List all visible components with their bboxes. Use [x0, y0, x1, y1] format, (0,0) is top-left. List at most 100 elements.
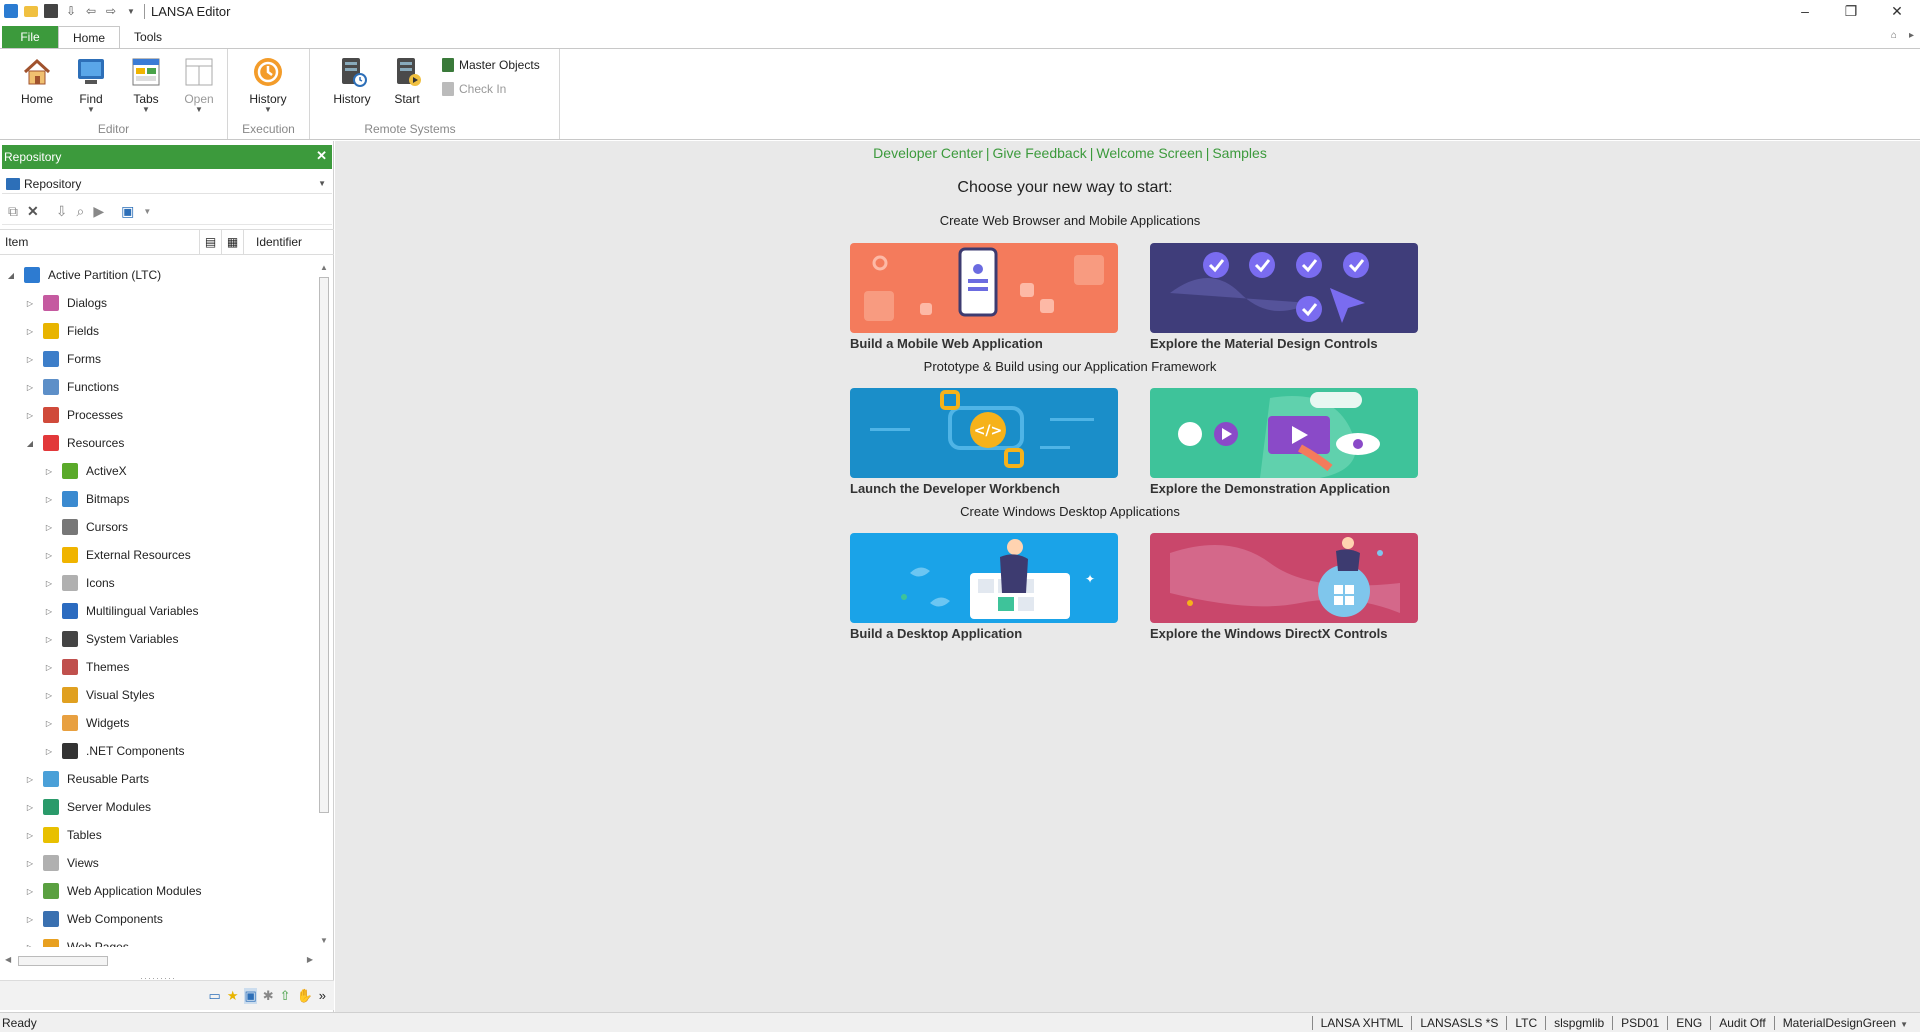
collapsed-arrow-icon[interactable]: ▷: [42, 551, 56, 560]
column-item[interactable]: Item: [0, 230, 200, 254]
save-icon[interactable]: [44, 4, 58, 18]
scroll-left-icon[interactable]: ◀: [5, 955, 11, 964]
collapsed-arrow-icon[interactable]: ▷: [23, 383, 37, 392]
collapsed-arrow-icon[interactable]: ▷: [23, 859, 37, 868]
check-out-icon[interactable]: ⇩: [56, 203, 68, 220]
expanded-arrow-icon[interactable]: ◢: [4, 271, 18, 280]
hscroll-thumb[interactable]: [18, 956, 108, 966]
collapsed-arrow-icon[interactable]: ▷: [23, 775, 37, 784]
tree-item[interactable]: ▷ Views: [0, 849, 318, 877]
collapsed-arrow-icon[interactable]: ▷: [42, 607, 56, 616]
minimize-button[interactable]: –: [1782, 0, 1828, 22]
tree-item[interactable]: ▷ Icons: [0, 569, 318, 597]
tree-item[interactable]: ▷ Reusable Parts: [0, 765, 318, 793]
tree-item[interactable]: ◢ Active Partition (LTC): [0, 261, 318, 289]
tools-icon[interactable]: ✱: [263, 988, 274, 1004]
more-icon[interactable]: »: [319, 988, 326, 1004]
collapsed-arrow-icon[interactable]: ▷: [23, 355, 37, 364]
collapsed-arrow-icon[interactable]: ▷: [23, 327, 37, 336]
collapsed-arrow-icon[interactable]: ▷: [42, 635, 56, 644]
hand-icon[interactable]: ✋: [297, 988, 313, 1004]
app-icon[interactable]: [4, 4, 18, 18]
tree-item[interactable]: ▷ Web Components: [0, 905, 318, 933]
view-options-dropdown-icon[interactable]: ▼: [143, 207, 151, 216]
theme-dropdown-icon[interactable]: ▼: [1900, 1020, 1908, 1029]
search-icon[interactable]: ⌕: [76, 203, 84, 220]
link-samples[interactable]: Samples: [1212, 145, 1266, 161]
save-all-icon[interactable]: ⇩: [64, 4, 78, 18]
collapsed-arrow-icon[interactable]: ▷: [23, 831, 37, 840]
tree-item[interactable]: ▷ Widgets: [0, 709, 318, 737]
tree-item[interactable]: ▷ External Resources: [0, 541, 318, 569]
tab-tools[interactable]: Tools: [120, 26, 176, 48]
card-directx-controls[interactable]: Explore the Windows DirectX Controls: [1150, 533, 1418, 641]
tree-item[interactable]: ▷ Functions: [0, 373, 318, 401]
tree-item[interactable]: ▷ ActiveX: [0, 457, 318, 485]
link-welcome-screen[interactable]: Welcome Screen: [1096, 145, 1202, 161]
collapsed-arrow-icon[interactable]: ▷: [42, 467, 56, 476]
start-button[interactable]: Start: [383, 55, 431, 106]
collapsed-arrow-icon[interactable]: ▷: [42, 495, 56, 504]
collapsed-arrow-icon[interactable]: ▷: [23, 943, 37, 948]
column-identifier[interactable]: Identifier: [244, 235, 302, 249]
open-dropdown-icon[interactable]: ▼: [175, 106, 223, 114]
tree-item[interactable]: ▷ System Variables: [0, 625, 318, 653]
tree-vertical-scrollbar[interactable]: ▲ ▼: [317, 261, 331, 947]
tabs-dropdown-icon[interactable]: ▼: [122, 106, 170, 114]
open-button[interactable]: Open ▼: [175, 55, 223, 114]
scroll-up-icon[interactable]: ▲: [320, 263, 328, 272]
close-button[interactable]: ✕: [1874, 0, 1920, 22]
tree-item[interactable]: ▷ Dialogs: [0, 289, 318, 317]
collapsed-arrow-icon[interactable]: ▷: [42, 663, 56, 672]
collapsed-arrow-icon[interactable]: ▷: [42, 747, 56, 756]
collapsed-arrow-icon[interactable]: ▷: [23, 915, 37, 924]
master-objects-button[interactable]: Master Objects: [442, 58, 540, 72]
redo-icon[interactable]: ⇨: [104, 4, 118, 18]
tree-item[interactable]: ▷ Themes: [0, 653, 318, 681]
scroll-right-icon[interactable]: ▶: [307, 955, 313, 964]
open-folder-icon[interactable]: [24, 5, 38, 17]
link-give-feedback[interactable]: Give Feedback: [993, 145, 1087, 161]
tree-item[interactable]: ▷ .NET Components: [0, 737, 318, 765]
delete-icon[interactable]: ✕: [27, 203, 39, 220]
home-button[interactable]: Home: [13, 55, 61, 106]
deploy-icon[interactable]: ⇧: [280, 988, 291, 1004]
tree-item[interactable]: ▷ Multilingual Variables: [0, 597, 318, 625]
column-status-icon[interactable]: ▦: [222, 230, 244, 254]
properties-icon[interactable]: ▭: [209, 988, 221, 1004]
new-item-icon[interactable]: ⧉: [8, 203, 18, 220]
repository-icon[interactable]: ▣: [244, 988, 257, 1004]
card-developer-workbench[interactable]: </> Launch the Developer Workbench: [850, 388, 1118, 496]
tree-item[interactable]: ◢ Resources: [0, 429, 318, 457]
card-mobile-web-app[interactable]: Build a Mobile Web Application: [850, 243, 1118, 351]
collapsed-arrow-icon[interactable]: ▷: [23, 803, 37, 812]
tree-item[interactable]: ▷ Tables: [0, 821, 318, 849]
tree-item[interactable]: ▷ Processes: [0, 401, 318, 429]
ribbon-collapse-icon[interactable]: ⌂: [1891, 30, 1897, 41]
execution-history-dropdown-icon[interactable]: ▼: [244, 106, 292, 114]
tree-item[interactable]: ▷ Web Pages: [0, 933, 318, 947]
tree-item[interactable]: ▷ Server Modules: [0, 793, 318, 821]
panel-close-icon[interactable]: ✕: [316, 148, 327, 164]
card-material-design-controls[interactable]: Explore the Material Design Controls: [1150, 243, 1418, 351]
tree-item[interactable]: ▷ Visual Styles: [0, 681, 318, 709]
find-dropdown-icon[interactable]: ▼: [67, 106, 115, 114]
tree-item[interactable]: ▷ Web Application Modules: [0, 877, 318, 905]
run-icon[interactable]: ▶: [93, 203, 104, 220]
scroll-down-icon[interactable]: ▼: [320, 936, 328, 945]
undo-icon[interactable]: ⇦: [84, 4, 98, 18]
tree-item[interactable]: ▷ Forms: [0, 345, 318, 373]
check-in-button[interactable]: Check In: [442, 82, 506, 96]
collapsed-arrow-icon[interactable]: ▷: [23, 299, 37, 308]
tree-item[interactable]: ▷ Cursors: [0, 513, 318, 541]
expanded-arrow-icon[interactable]: ◢: [23, 439, 37, 448]
repository-selector[interactable]: Repository ▼: [2, 174, 332, 194]
card-desktop-app[interactable]: ✦ Build a Desktop Application: [850, 533, 1118, 641]
tabs-button[interactable]: Tabs ▼: [122, 55, 170, 114]
tree-horizontal-scrollbar[interactable]: ◀ ▶: [0, 954, 318, 968]
collapsed-arrow-icon[interactable]: ▷: [23, 411, 37, 420]
link-developer-center[interactable]: Developer Center: [873, 145, 983, 161]
remote-history-button[interactable]: History: [328, 55, 376, 106]
collapsed-arrow-icon[interactable]: ▷: [42, 579, 56, 588]
ribbon-scroll-icon[interactable]: ▸: [1909, 30, 1914, 41]
